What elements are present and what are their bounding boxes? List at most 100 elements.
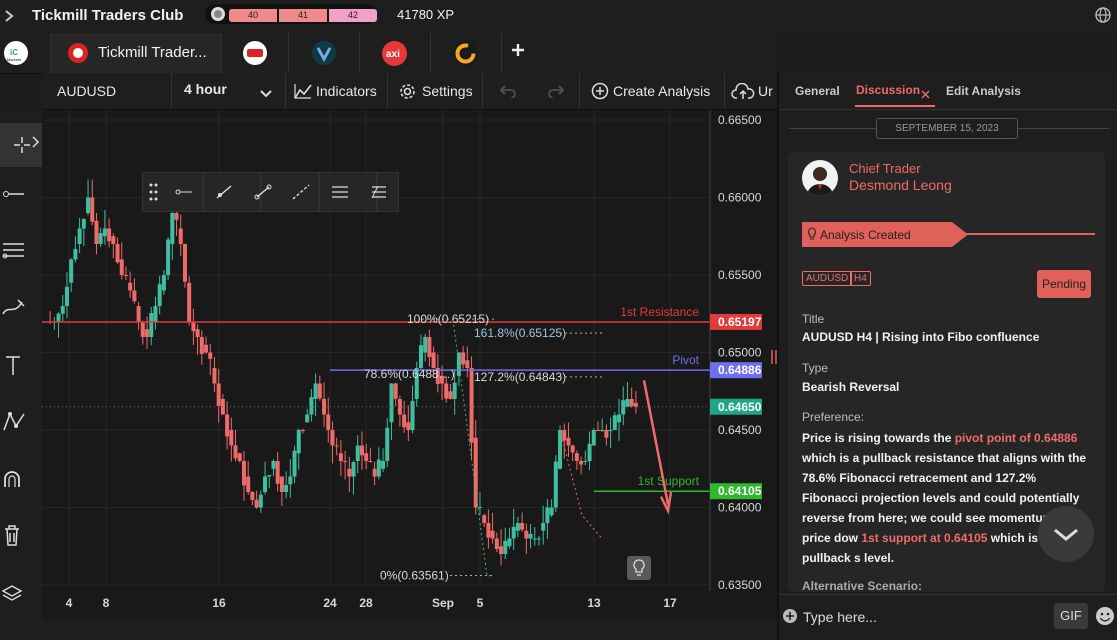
trendline-tool-icon[interactable] xyxy=(254,184,272,205)
hline-tool-icon[interactable] xyxy=(175,184,193,205)
upload-button[interactable]: Ur xyxy=(758,73,773,109)
candle-body xyxy=(174,213,179,220)
chevron-down-icon xyxy=(1054,528,1078,541)
candle-body xyxy=(625,399,630,407)
candle-body xyxy=(499,546,504,554)
add-attachment-icon[interactable] xyxy=(782,608,798,629)
active-tab-underline xyxy=(855,105,935,107)
candle-body xyxy=(178,228,183,244)
tab-ic-markets[interactable]: iC Markets xyxy=(0,33,51,73)
trash-tool[interactable] xyxy=(0,514,42,558)
brush-tool[interactable] xyxy=(0,286,42,330)
candle-body xyxy=(145,329,150,337)
settings-gear-icon[interactable] xyxy=(399,83,416,105)
message-input[interactable] xyxy=(801,605,1050,629)
gif-button[interactable]: GIF xyxy=(1054,603,1088,629)
fib-tool-icon[interactable] xyxy=(370,184,388,205)
tab-g-broker[interactable] xyxy=(431,33,502,73)
tab-broker-red[interactable] xyxy=(222,33,289,73)
indicators-icon[interactable] xyxy=(294,83,312,104)
indicators-button[interactable]: Indicators xyxy=(316,73,377,109)
candle-body xyxy=(600,430,605,431)
candle-body xyxy=(246,476,251,492)
symbol-selector[interactable]: AUDUSD xyxy=(57,73,116,109)
add-tab-icon[interactable] xyxy=(511,43,525,62)
candle-body xyxy=(515,523,520,531)
channel-tool[interactable] xyxy=(0,229,42,273)
menu-chevron-icon[interactable] xyxy=(4,9,14,22)
tab-edit-analysis[interactable]: Edit Analysis xyxy=(946,84,1021,98)
message-bar: GIF xyxy=(779,594,1117,640)
candle-body xyxy=(237,453,242,461)
create-analysis-button[interactable]: Create Analysis xyxy=(613,73,710,109)
candle-body xyxy=(524,530,529,539)
candle-body xyxy=(621,400,626,415)
candle-body xyxy=(77,228,82,244)
create-analysis-plus-icon[interactable] xyxy=(591,82,609,105)
candle-body xyxy=(477,506,482,508)
magnet-tool[interactable] xyxy=(0,457,42,501)
layers-tool[interactable] xyxy=(0,571,42,615)
candle-body xyxy=(448,391,453,399)
title-value: AUDUSD H4 | Rising into Fibo confluence xyxy=(802,330,1040,344)
close-tab-icon[interactable] xyxy=(921,86,930,104)
scroll-down-button[interactable] xyxy=(1038,506,1094,562)
candle-body xyxy=(233,445,238,459)
level-label: Pivot xyxy=(672,353,699,367)
settings-button[interactable]: Settings xyxy=(422,73,473,109)
horizontal-line-tool[interactable] xyxy=(0,172,42,216)
candle-body xyxy=(541,523,546,531)
emoji-icon[interactable] xyxy=(1095,606,1115,631)
pattern-tool[interactable] xyxy=(0,400,42,444)
chevron-down-icon[interactable] xyxy=(260,86,272,104)
globe-icon[interactable] xyxy=(1094,6,1112,29)
candle-body xyxy=(381,461,386,469)
candle-body xyxy=(553,461,558,508)
candle-body xyxy=(115,244,120,263)
vantage-logo-icon xyxy=(312,41,336,65)
tab-tickmill[interactable]: Tickmill Trader... xyxy=(51,33,222,73)
tab-axi[interactable]: axi xyxy=(360,33,431,73)
app-title: Tickmill Traders Club xyxy=(32,7,184,24)
x-tick-label: 24 xyxy=(323,596,337,610)
svg-text:Markets: Markets xyxy=(7,57,21,62)
title-label: Title xyxy=(802,312,825,326)
avatar-person-icon xyxy=(807,167,833,196)
undo-icon[interactable] xyxy=(499,84,516,103)
fib-label: 78.6%(0.6488…) xyxy=(364,367,455,381)
candle-body xyxy=(263,476,268,492)
y-tick-label: 0.65500 xyxy=(718,268,762,282)
candle-body xyxy=(157,284,162,306)
expand-arrow-icon[interactable] xyxy=(32,135,40,153)
top-bar: Tickmill Traders Club 40 41 42 41780 XP xyxy=(0,0,1117,33)
level-label: 1st Support xyxy=(638,474,700,488)
tab-vantage[interactable] xyxy=(289,33,360,73)
tab-general[interactable]: General xyxy=(795,84,840,98)
candle-body xyxy=(98,233,103,244)
extended-line-tool-icon[interactable] xyxy=(292,184,310,205)
timeframe-selector[interactable]: 4 hour xyxy=(184,71,227,107)
candle-body xyxy=(536,538,541,540)
candle-body xyxy=(427,337,432,358)
ray-tool-icon[interactable] xyxy=(215,184,233,205)
idea-button[interactable] xyxy=(627,556,651,580)
tickmill-logo-icon xyxy=(68,43,88,63)
text-tool[interactable] xyxy=(0,343,42,387)
candle-body xyxy=(393,383,398,399)
tab-discussion[interactable]: Discussion xyxy=(856,83,920,97)
parallel-channel-tool-icon[interactable] xyxy=(331,184,349,205)
svg-text:iC: iC xyxy=(10,48,18,57)
author-name[interactable]: Desmond Leong xyxy=(849,177,952,193)
preference-label: Preference: xyxy=(802,410,865,424)
candle-body xyxy=(309,397,314,415)
candle-body xyxy=(128,282,133,291)
upload-cloud-icon[interactable] xyxy=(731,82,755,106)
candle-body xyxy=(56,313,61,322)
candle-body xyxy=(73,248,78,260)
y-tick-label: 0.66000 xyxy=(718,191,762,205)
redo-icon[interactable] xyxy=(548,84,565,103)
candle-body xyxy=(317,383,322,399)
candle-body xyxy=(473,437,478,508)
candle-body xyxy=(482,515,487,523)
candle-body xyxy=(465,360,470,368)
